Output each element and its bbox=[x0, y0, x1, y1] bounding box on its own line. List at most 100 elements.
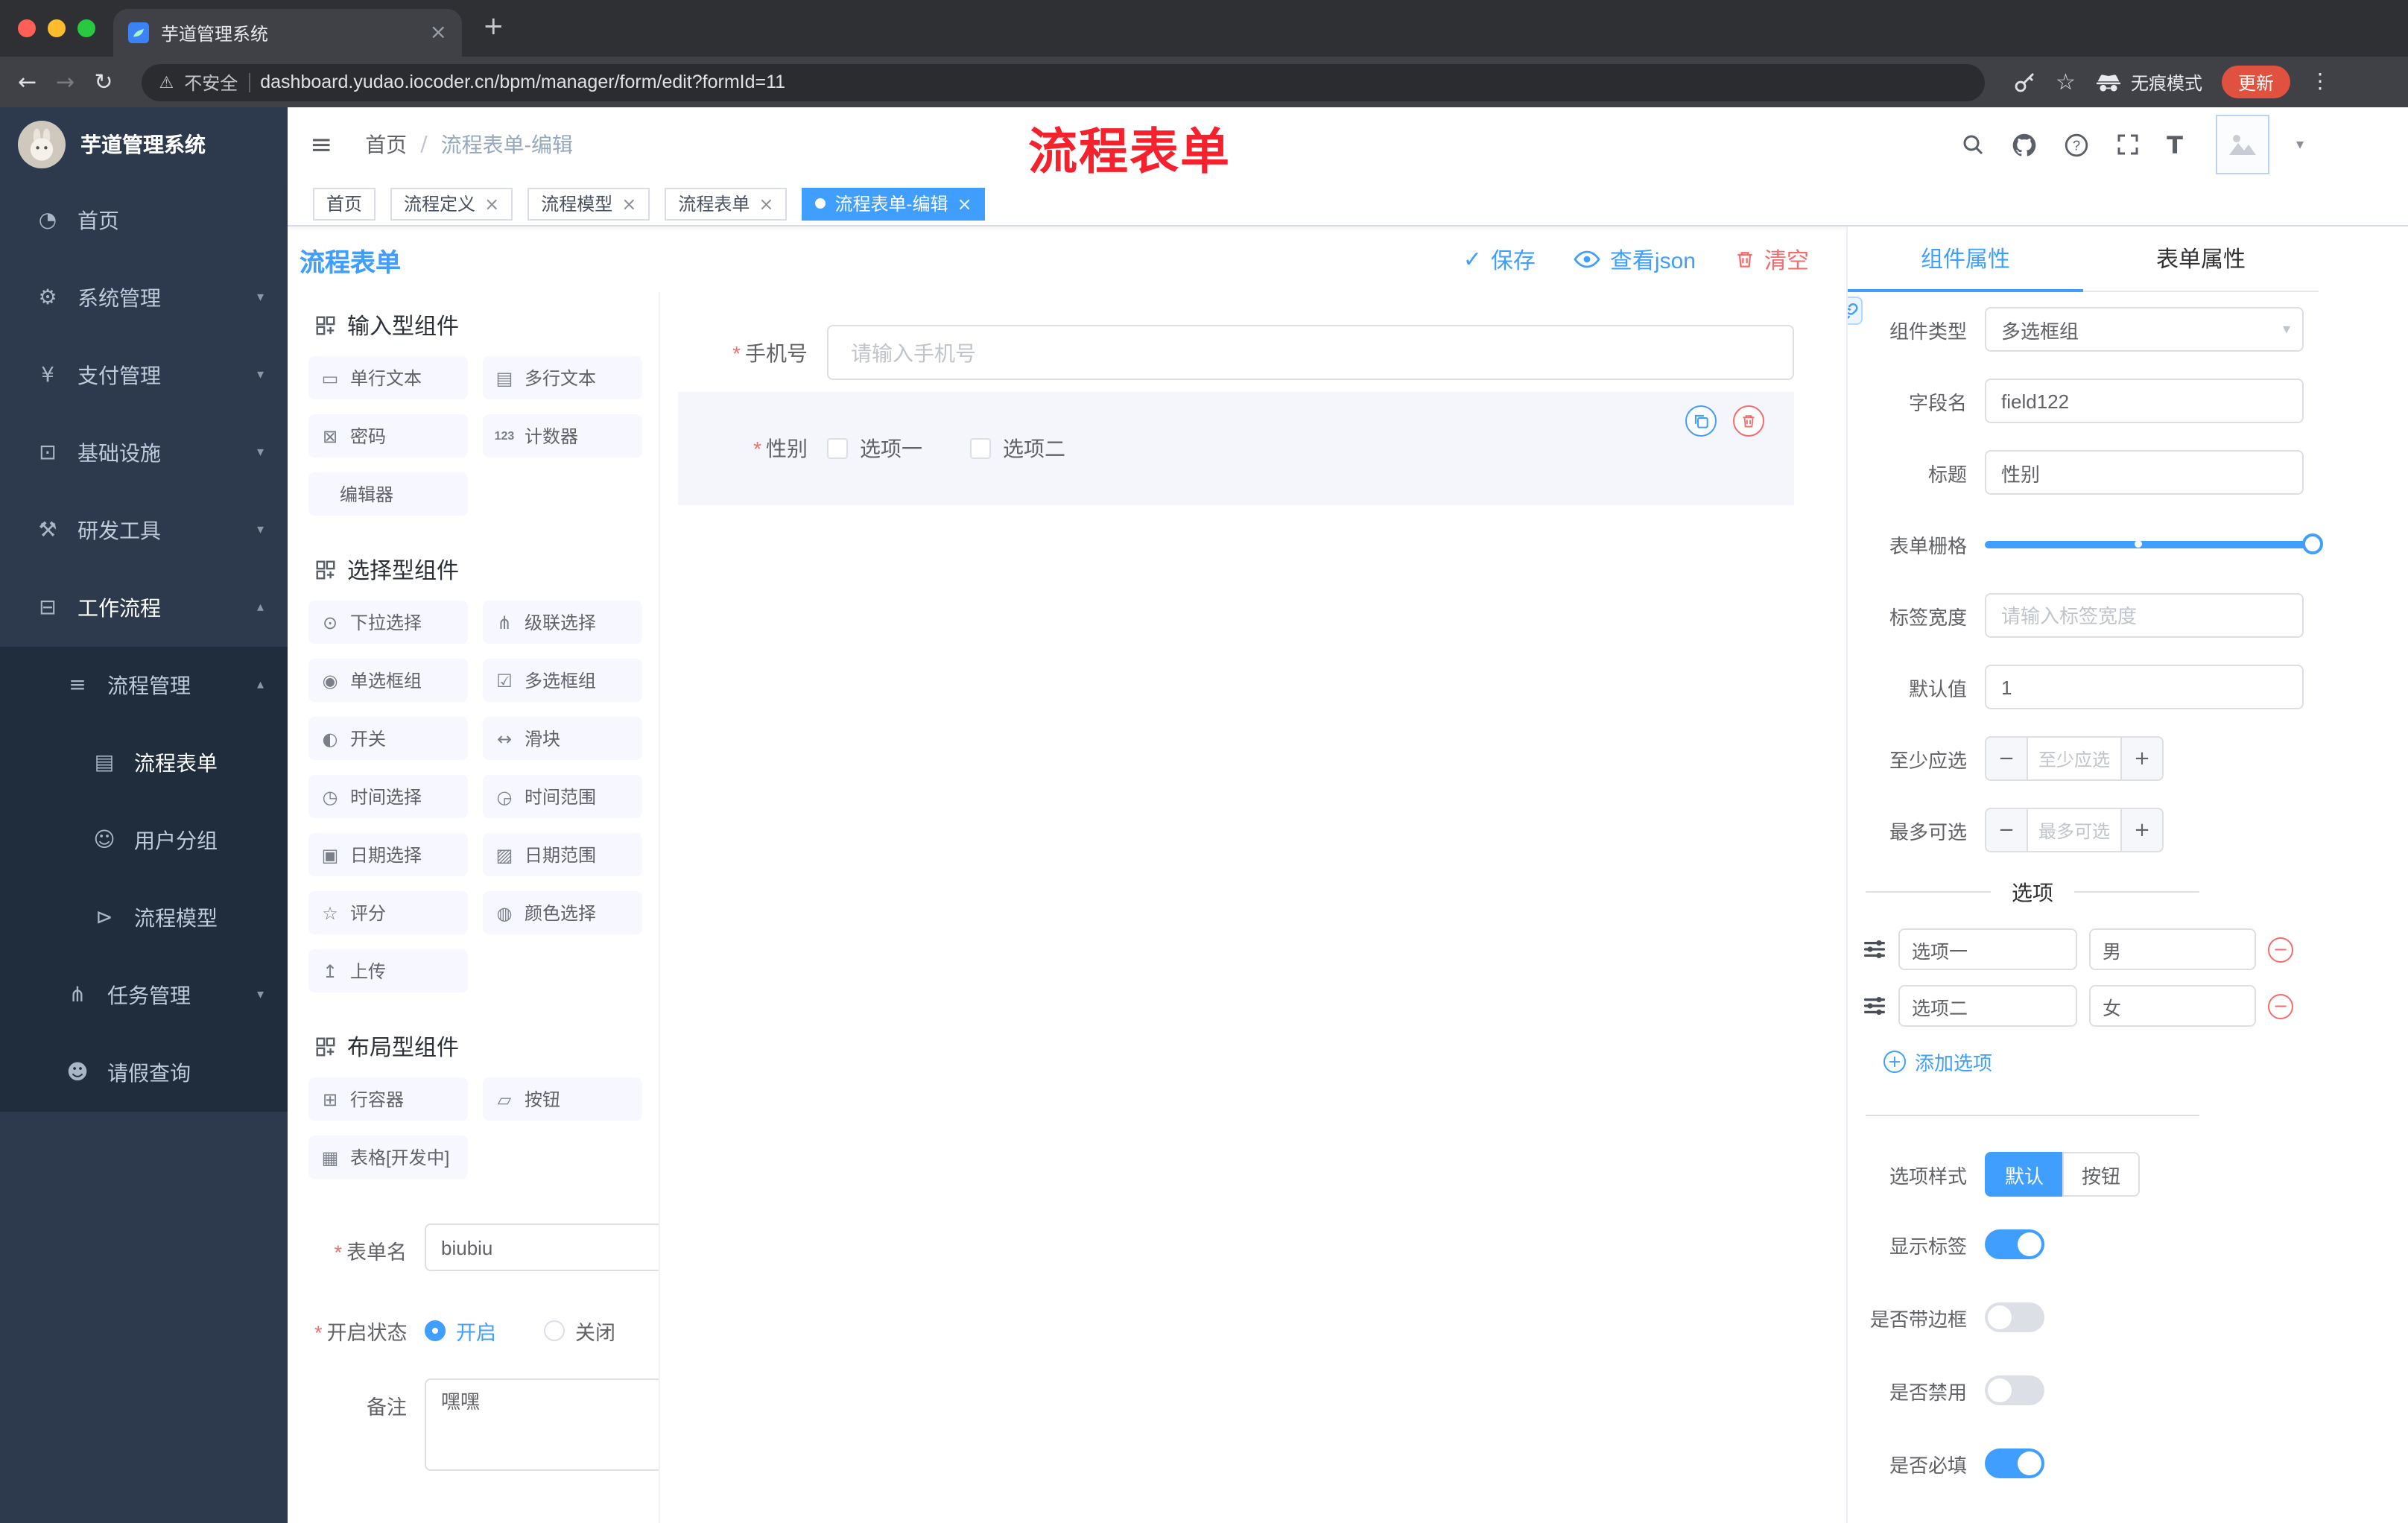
browser-menu-icon[interactable]: ⋮ bbox=[2310, 70, 2331, 94]
palette-item-single-line-text[interactable]: ▭ 单行文本 bbox=[308, 356, 468, 399]
sidebar-item-payment[interactable]: ¥ 支付管理 ▾ bbox=[0, 337, 288, 414]
window-minimize-button[interactable] bbox=[48, 19, 66, 37]
palette-item-row-container[interactable]: ⊞ 行容器 bbox=[308, 1077, 468, 1121]
gender-widget-selected[interactable]: * 性别 选项一 选项二 bbox=[678, 392, 1794, 505]
form-grid-slider[interactable] bbox=[1985, 522, 2323, 566]
minus-icon[interactable]: − bbox=[1986, 809, 2028, 851]
palette-item-upload[interactable]: ↥ 上传 bbox=[308, 949, 468, 992]
remove-option-icon[interactable]: − bbox=[2268, 993, 2293, 1019]
gender-option-2-checkbox[interactable]: 选项二 bbox=[970, 434, 1065, 463]
add-option-button[interactable]: + 添加选项 bbox=[1883, 1048, 2304, 1076]
close-icon[interactable]: × bbox=[758, 194, 773, 212]
palette-item-slider[interactable]: ↔ 滑块 bbox=[483, 717, 642, 760]
close-icon[interactable]: × bbox=[484, 194, 499, 212]
view-json-button[interactable]: 查看json bbox=[1574, 244, 1696, 275]
fullscreen-icon[interactable] bbox=[2116, 133, 2140, 156]
help-icon[interactable]: ? bbox=[2064, 132, 2089, 157]
form-name-input[interactable] bbox=[425, 1223, 659, 1271]
search-icon[interactable] bbox=[1961, 133, 1985, 156]
copy-widget-icon[interactable] bbox=[1685, 405, 1717, 437]
forward-icon[interactable]: → bbox=[56, 70, 75, 93]
palette-item-table[interactable]: ▦ 表格[开发中] bbox=[308, 1136, 468, 1179]
address-bar[interactable]: ⚠ 不安全 dashboard.yudao.iocoder.cn/bpm/man… bbox=[141, 63, 1985, 101]
close-icon[interactable]: × bbox=[621, 194, 636, 212]
password-key-icon[interactable] bbox=[2012, 70, 2036, 94]
breadcrumb-home[interactable]: 首页 bbox=[365, 130, 407, 159]
style-default-button[interactable]: 默认 bbox=[1985, 1152, 2062, 1197]
palette-item-checkbox-group[interactable]: ☑ 多选框组 bbox=[483, 659, 642, 702]
sidebar-item-infrastructure[interactable]: ⊡ 基础设施 ▾ bbox=[0, 414, 288, 492]
palette-item-counter[interactable]: 123 计数器 bbox=[483, 414, 642, 457]
sidebar-item-process-model[interactable]: ⊳ 流程模型 bbox=[0, 879, 288, 957]
tab-form-props[interactable]: 表单属性 bbox=[2083, 227, 2319, 291]
remove-option-icon[interactable]: − bbox=[2268, 937, 2293, 962]
slider-handle[interactable] bbox=[2302, 533, 2323, 554]
palette-item-rate[interactable]: ☆ 评分 bbox=[308, 891, 468, 934]
close-icon[interactable]: × bbox=[957, 194, 972, 212]
window-zoom-button[interactable] bbox=[77, 19, 95, 37]
palette-item-date-range[interactable]: ▨ 日期范围 bbox=[483, 833, 642, 876]
font-size-icon[interactable]: T bbox=[2167, 130, 2183, 159]
palette-item-time-range[interactable]: ◶ 时间范围 bbox=[483, 775, 642, 818]
sidebar-item-user-group[interactable]: ☺ 用户分组 bbox=[0, 802, 288, 879]
url-text[interactable]: dashboard.yudao.iocoder.cn/bpm/manager/f… bbox=[260, 72, 785, 92]
show-label-toggle[interactable] bbox=[1985, 1229, 2044, 1259]
option-name-input[interactable] bbox=[1898, 985, 2077, 1027]
clear-button[interactable]: 清空 bbox=[1734, 244, 1809, 275]
palette-item-color-picker[interactable]: ◍ 颜色选择 bbox=[483, 891, 642, 934]
back-icon[interactable]: ← bbox=[18, 70, 37, 93]
user-avatar[interactable] bbox=[2215, 115, 2269, 174]
bookmark-star-icon[interactable]: ☆ bbox=[2056, 70, 2076, 93]
phone-input[interactable] bbox=[827, 325, 1794, 380]
border-toggle[interactable] bbox=[1985, 1302, 2044, 1332]
min-select-value[interactable]: 至少应选 bbox=[2028, 738, 2120, 779]
plus-icon[interactable]: + bbox=[2120, 809, 2162, 851]
palette-item-button[interactable]: ▱ 按钮 bbox=[483, 1077, 642, 1121]
github-icon[interactable] bbox=[2012, 132, 2037, 157]
palette-item-switch[interactable]: ◐ 开关 bbox=[308, 717, 468, 760]
tab-component-props[interactable]: 组件属性 bbox=[1848, 227, 2083, 292]
new-tab-button[interactable]: + bbox=[483, 12, 504, 42]
phone-field-row[interactable]: * 手机号 bbox=[678, 325, 1794, 380]
tag-process-model[interactable]: 流程模型 × bbox=[527, 187, 650, 220]
style-button-button[interactable]: 按钮 bbox=[2062, 1152, 2141, 1197]
window-close-button[interactable] bbox=[18, 19, 36, 37]
default-value-input[interactable] bbox=[1985, 665, 2304, 709]
status-closed-radio[interactable]: 关闭 bbox=[544, 1316, 615, 1346]
sidebar-fold-icon[interactable]: ≡ bbox=[310, 129, 332, 160]
tag-process-form-edit[interactable]: 流程表单-编辑 × bbox=[802, 187, 986, 220]
security-label[interactable]: 不安全 bbox=[184, 69, 238, 95]
palette-item-select[interactable]: ⊙ 下拉选择 bbox=[308, 601, 468, 644]
tab-close-icon[interactable]: × bbox=[430, 22, 447, 43]
tag-home[interactable]: 首页 bbox=[313, 187, 376, 220]
form-remark-textarea[interactable]: 嘿嘿 bbox=[425, 1378, 659, 1471]
sidebar-item-system[interactable]: ⚙ 系统管理 ▾ bbox=[0, 259, 288, 337]
link-icon[interactable] bbox=[1848, 297, 1863, 325]
sidebar-item-process-management[interactable]: ≡ 流程管理 ▴ bbox=[0, 647, 288, 724]
palette-item-radio-group[interactable]: ◉ 单选框组 bbox=[308, 659, 468, 702]
sidebar-item-devtools[interactable]: ⚒ 研发工具 ▾ bbox=[0, 492, 288, 569]
option-name-input[interactable] bbox=[1898, 928, 2077, 970]
disabled-toggle[interactable] bbox=[1985, 1375, 2044, 1405]
label-width-input[interactable] bbox=[1985, 593, 2304, 638]
sidebar-item-process-form[interactable]: ▤ 流程表单 bbox=[0, 724, 288, 802]
form-canvas[interactable]: *手机号 *性别 选项一 bbox=[660, 292, 1846, 1523]
sidebar-logo[interactable]: 芋道管理系统 bbox=[0, 107, 288, 182]
plus-icon[interactable]: + bbox=[2120, 738, 2162, 779]
palette-item-date-picker[interactable]: ▣ 日期选择 bbox=[308, 833, 468, 876]
palette-item-cascader[interactable]: ⋔ 级联选择 bbox=[483, 601, 642, 644]
palette-item-multi-line-text[interactable]: ▤ 多行文本 bbox=[483, 356, 642, 399]
palette-item-editor[interactable]: 编辑器 bbox=[308, 472, 468, 516]
minus-icon[interactable]: − bbox=[1986, 738, 2028, 779]
sidebar-item-leave-query[interactable]: ☻ 请假查询 bbox=[0, 1034, 288, 1112]
sidebar-item-task-management[interactable]: ⋔ 任务管理 ▾ bbox=[0, 957, 288, 1034]
field-name-input[interactable] bbox=[1985, 379, 2304, 423]
component-type-select[interactable]: 多选框组 ▾ bbox=[1985, 307, 2304, 352]
delete-widget-icon[interactable] bbox=[1733, 405, 1764, 437]
tag-process-definition[interactable]: 流程定义 × bbox=[390, 187, 513, 220]
gender-option-1-checkbox[interactable]: 选项一 bbox=[827, 434, 922, 463]
sidebar-item-home[interactable]: ◔ 首页 bbox=[0, 182, 288, 259]
sidebar-item-workflow[interactable]: ⊟ 工作流程 ▴ bbox=[0, 569, 288, 647]
save-button[interactable]: ✓ 保存 bbox=[1463, 244, 1536, 275]
tag-process-form[interactable]: 流程表单 × bbox=[665, 187, 788, 220]
